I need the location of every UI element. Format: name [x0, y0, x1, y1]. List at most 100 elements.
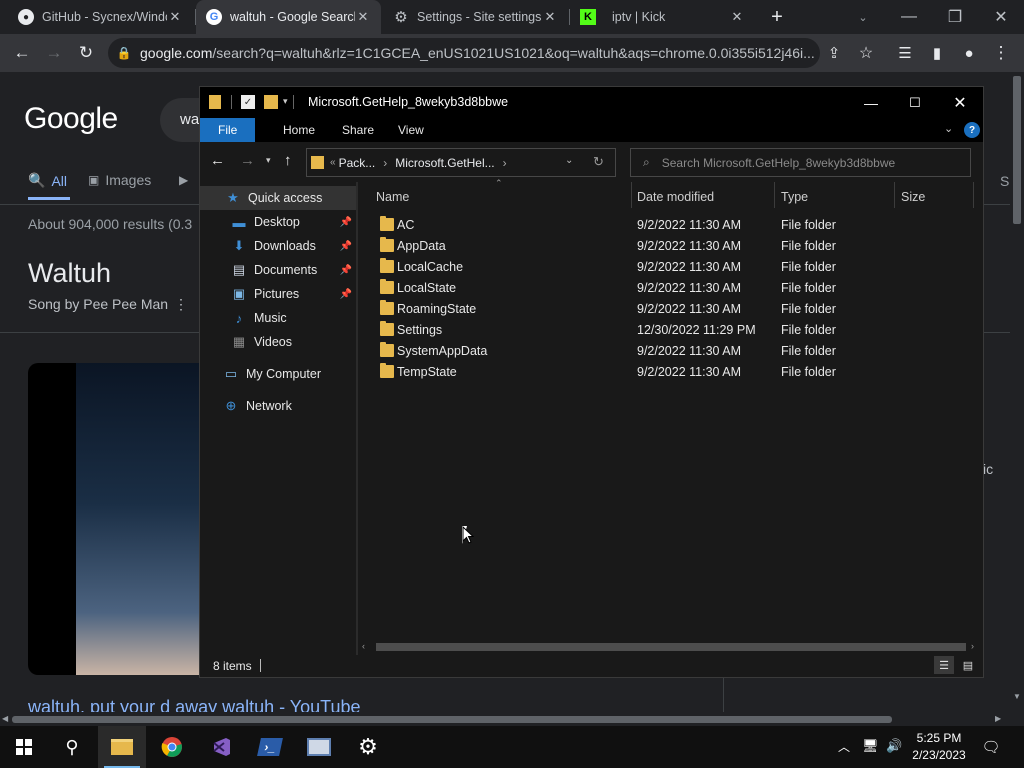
quick-access-toolbar-chevron-icon[interactable]: ▾ [283, 96, 288, 107]
refresh-icon[interactable]: ↻ [593, 154, 604, 170]
start-icon[interactable] [0, 726, 48, 768]
overflow-chevron-icon[interactable]: « [330, 157, 336, 168]
tab-google-search[interactable]: G waltuh - Google Search ✕ [196, 0, 381, 34]
pin-icon[interactable]: 📌 [340, 217, 352, 228]
scroll-left-icon[interactable]: ◀ [2, 714, 8, 723]
file-row[interactable]: LocalState 9/2/2022 11:30 AM File folder [358, 278, 983, 299]
tab-all[interactable]: 🔍 All [28, 172, 67, 189]
volume-icon[interactable]: 🔊 [886, 738, 902, 754]
remote-desktop-icon[interactable] [295, 726, 343, 768]
search-icon[interactable]: ⚲ [48, 726, 96, 768]
nav-item[interactable]: ★ Quick access [200, 186, 356, 210]
scroll-right-icon[interactable]: › [971, 641, 974, 651]
chrome-icon[interactable] [148, 726, 196, 768]
breadcrumb-separator-icon[interactable]: › [383, 156, 387, 170]
tab-github[interactable]: ● GitHub - Sycnex/Windo ✕ [8, 0, 193, 34]
file-row[interactable]: LocalCache 9/2/2022 11:30 AM File folder [358, 257, 983, 278]
tab-search-chevron-icon[interactable]: ⌄ [850, 5, 876, 29]
breadcrumb-item[interactable]: Microsoft.GetHel... [395, 156, 494, 170]
large-icons-view-icon[interactable]: ▤ [958, 656, 978, 674]
file-row[interactable]: SystemAppData 9/2/2022 11:30 AM File folde… [358, 341, 983, 362]
side-panel-icon[interactable]: ▮ [922, 38, 952, 68]
close-tab-icon[interactable]: ✕ [729, 9, 745, 25]
pin-icon[interactable]: 📌 [340, 289, 352, 300]
forward-icon[interactable]: → [240, 152, 255, 169]
powershell-icon[interactable]: ›_ [246, 726, 294, 768]
file-row[interactable]: AC 9/2/2022 11:30 AM File folder [358, 215, 983, 236]
column-header-name[interactable]: Name [376, 182, 409, 212]
nav-item[interactable]: ▬ Desktop 📌 [200, 210, 356, 234]
nav-item[interactable]: ♪ Music [200, 306, 356, 330]
settings-icon[interactable]: ⚙ [344, 726, 392, 768]
close-icon[interactable]: ✕ [937, 87, 983, 118]
breadcrumb-separator-icon[interactable]: › [503, 156, 507, 170]
recent-locations-chevron-icon[interactable]: ▾ [266, 155, 271, 166]
minimize-icon[interactable]: — [886, 0, 932, 34]
column-separator[interactable] [774, 182, 775, 208]
reading-list-icon[interactable]: ☰ [890, 38, 920, 68]
nav-item[interactable]: ⬇ Downloads 📌 [200, 234, 356, 258]
menu-kebab-icon[interactable]: ⋮ [986, 38, 1016, 68]
file-row[interactable]: Settings 12/30/2022 11:29 PM File folder [358, 320, 983, 341]
new-tab-button[interactable]: + [764, 5, 790, 29]
ribbon-tab-file[interactable]: File [200, 118, 256, 142]
details-view-icon[interactable]: ☰ [934, 656, 954, 674]
clock-time[interactable]: 5:25 PM [904, 731, 974, 745]
address-bar[interactable]: 🔒 google.com/search?q=waltuh&rlz=1C1GCEA… [108, 38, 820, 68]
restore-icon[interactable]: ❐ [932, 0, 978, 34]
column-separator[interactable] [973, 182, 974, 208]
close-tab-icon[interactable]: ✕ [542, 9, 558, 25]
maximize-icon[interactable]: ☐ [892, 87, 938, 118]
nav-item[interactable]: ▣ Pictures 📌 [200, 282, 356, 306]
more-options-icon[interactable]: ⋮ [174, 296, 188, 313]
nav-item[interactable]: ⊕ Network [200, 394, 356, 418]
file-explorer-icon[interactable] [98, 726, 146, 768]
ribbon-tab-view[interactable]: View [387, 118, 435, 142]
video-thumbnail[interactable] [28, 363, 200, 675]
tab-kick[interactable]: K iptv | Kick ✕ [570, 0, 755, 34]
new-folder-icon[interactable] [264, 95, 278, 109]
file-row[interactable]: TempState 9/2/2022 11:30 AM File folder [358, 362, 983, 383]
column-separator[interactable] [894, 182, 895, 208]
breadcrumb-item[interactable]: Pack... [339, 156, 376, 170]
scroll-left-icon[interactable]: ‹ [362, 641, 365, 651]
scrollbar-thumb[interactable] [1013, 76, 1021, 224]
bookmark-star-icon[interactable]: ☆ [851, 38, 881, 68]
back-icon[interactable]: ← [210, 152, 225, 169]
reload-icon[interactable]: ↻ [71, 38, 101, 68]
google-logo[interactable]: Google [24, 102, 118, 136]
back-icon[interactable]: ← [7, 38, 37, 68]
nav-item[interactable]: ▭ My Computer [200, 362, 356, 386]
tab-images[interactable]: ▣ Images [88, 172, 151, 188]
column-header-type[interactable]: Type [781, 182, 808, 212]
file-row[interactable]: RoamingState 9/2/2022 11:30 AM File folder [358, 299, 983, 320]
video-tab-icon[interactable]: ▶ [179, 173, 188, 187]
pin-icon[interactable]: 📌 [340, 241, 352, 252]
file-row[interactable]: AppData 9/2/2022 11:30 AM File folder [358, 236, 983, 257]
close-icon[interactable]: ✕ [978, 0, 1024, 34]
visual-studio-icon[interactable] [197, 726, 245, 768]
nav-item[interactable]: ▤ Documents 📌 [200, 258, 356, 282]
notifications-icon[interactable]: 🗨 [980, 736, 1002, 758]
scroll-right-icon[interactable]: ▶ [995, 714, 1001, 723]
column-separator[interactable] [631, 182, 632, 208]
share-icon[interactable]: ⇪ [819, 38, 849, 68]
profile-icon[interactable]: ● [954, 38, 984, 68]
network-status-icon[interactable]: 🖥 [862, 738, 879, 754]
column-header-size[interactable]: Size [901, 182, 925, 212]
column-header-date[interactable]: Date modified [637, 182, 714, 212]
page-horizontal-scrollbar[interactable]: ◀ ▶ [0, 712, 1010, 726]
scrollbar-thumb[interactable] [12, 716, 892, 723]
properties-icon[interactable]: ✓ [241, 95, 255, 109]
expand-ribbon-icon[interactable]: ⌄ [944, 122, 953, 135]
ribbon-tab-home[interactable]: Home [272, 118, 326, 142]
address-dropdown-icon[interactable]: ⌄ [565, 155, 573, 166]
clock-date[interactable]: 2/23/2023 [904, 748, 974, 762]
up-icon[interactable]: ↑ [284, 152, 292, 169]
scrollbar-thumb[interactable] [376, 643, 966, 651]
close-tab-icon[interactable]: ✕ [355, 9, 371, 25]
close-tab-icon[interactable]: ✕ [167, 9, 183, 25]
show-hidden-icons-icon[interactable]: ︿ [838, 738, 850, 755]
explorer-search-input[interactable]: ⌕ Search Microsoft.GetHelp_8wekyb3d8bbwe [630, 148, 971, 177]
ribbon-tab-share[interactable]: Share [331, 118, 385, 142]
